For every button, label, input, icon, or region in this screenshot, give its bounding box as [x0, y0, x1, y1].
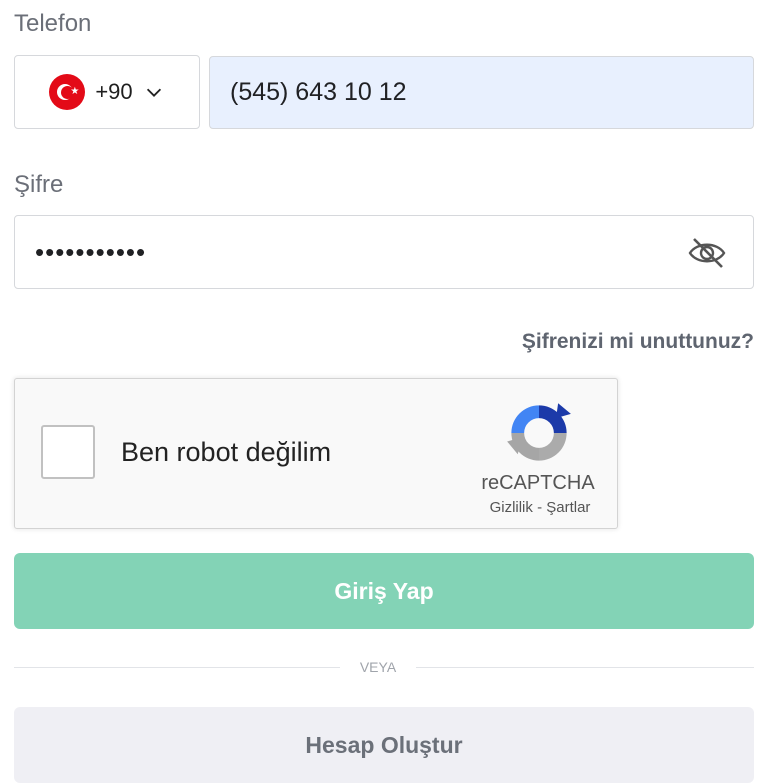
eye-slash-icon[interactable]: [687, 236, 727, 270]
divider-line-left: [14, 667, 340, 668]
dial-code: +90: [95, 79, 133, 104]
divider-text: VEYA: [359, 659, 397, 675]
recaptcha-privacy-link[interactable]: Gizlilik: [490, 499, 533, 516]
phone-input[interactable]: [209, 56, 754, 129]
chevron-down-icon: [146, 88, 161, 97]
recaptcha-links: Gizlilik - Şartlar: [475, 499, 605, 516]
password-field: [14, 215, 754, 289]
create-account-button[interactable]: Hesap Oluştur: [14, 707, 754, 783]
login-button[interactable]: Giriş Yap: [14, 553, 754, 629]
recaptcha-widget: Ben robot değilim reCAPTCHA Gizlilik - Ş…: [14, 378, 618, 529]
country-code-select[interactable]: ★ +90: [14, 55, 200, 129]
divider-line-right: [416, 667, 754, 668]
forgot-password-link[interactable]: Şifrenizi mi unuttunuz?: [522, 330, 754, 354]
recaptcha-links-separator: -: [532, 499, 547, 516]
phone-label: Telefon: [14, 10, 92, 37]
recaptcha-label: Ben robot değilim: [121, 437, 332, 467]
password-label: Şifre: [14, 171, 64, 198]
recaptcha-checkbox[interactable]: [41, 425, 95, 479]
recaptcha-terms-link[interactable]: Şartlar: [546, 499, 590, 516]
turkey-flag-icon: ★: [49, 74, 86, 110]
recaptcha-brand: reCAPTCHA: [481, 472, 595, 494]
recaptcha-logo-icon: [507, 403, 571, 461]
password-input[interactable]: [15, 216, 715, 288]
